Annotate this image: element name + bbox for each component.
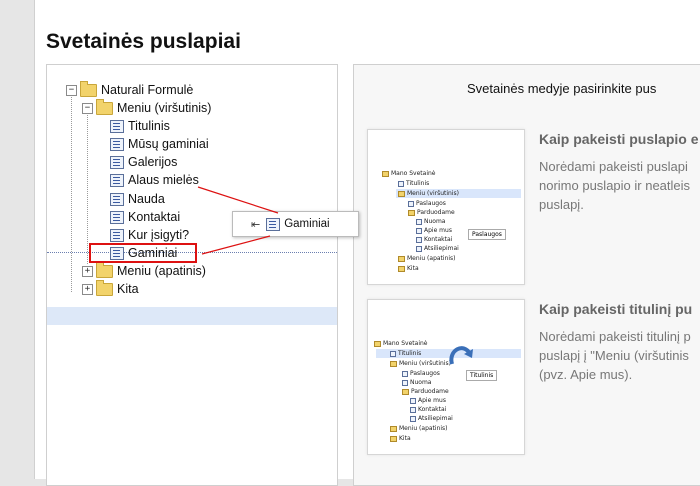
page-title: Svetainės puslapiai: [46, 30, 241, 53]
mini-tree-item: Parduodame: [408, 209, 455, 216]
tree-node-bottom-menu[interactable]: + Meniu (apatinis): [82, 261, 206, 280]
expand-toggle-icon[interactable]: +: [82, 283, 93, 295]
mini-drag-ghost: Paslaugos: [468, 229, 506, 240]
tip-body: Norėdami pakeisti puslapi norimo puslapi…: [539, 159, 691, 212]
mini-drag-ghost: Titulinis: [466, 370, 498, 381]
mini-tree-item: Apie mus: [410, 397, 446, 404]
tree-node-top-menu[interactable]: − Meniu (viršutinis): [82, 98, 212, 117]
tree-guide-line: [71, 92, 72, 292]
folder-open-icon: [96, 98, 113, 115]
tree-node-label: Naturali Formulė: [101, 83, 194, 97]
tree-item-nauda[interactable]: Nauda: [110, 190, 165, 208]
mini-tree-item: Nuoma: [402, 379, 431, 386]
tip-illustration: Mano Svetainė Titulinis Meniu (viršutini…: [367, 299, 525, 455]
mini-tree-item: Paslaugos: [402, 370, 440, 377]
mini-tree-item: Kita: [390, 435, 411, 442]
mini-tree-item: Atsiliepimai: [416, 245, 459, 252]
tree-node-label: Mūsų gaminiai: [128, 137, 209, 151]
tree-item-galerijos[interactable]: Galerijos: [110, 153, 177, 171]
folder-closed-icon: [96, 261, 113, 278]
mini-tree-item: Meniu (viršutinis): [398, 190, 459, 197]
tree-item-alaus-mieles[interactable]: Alaus mielės: [110, 171, 199, 189]
help-intro-text: Svetainės medyje pasirinkite pus: [467, 81, 657, 96]
tree-item-kontaktai[interactable]: Kontaktai: [110, 208, 180, 226]
tree-node-label: Kontaktai: [128, 210, 181, 224]
tree-node-root[interactable]: − Naturali Formulė: [66, 80, 194, 99]
collapse-toggle-icon[interactable]: −: [66, 84, 77, 96]
tree-node-label: Kita: [117, 282, 139, 296]
mini-tree-item: Meniu (apatinis): [390, 425, 448, 432]
mini-tree-item: Paslaugos: [408, 200, 446, 207]
page-icon: [110, 119, 124, 133]
mini-tree-item: Nuoma: [416, 218, 445, 225]
tree-node-label: Kur įsigyti?: [128, 228, 190, 242]
selected-row-highlight: [47, 307, 337, 325]
page-icon: [110, 228, 124, 242]
tree-node-label: Nauda: [128, 192, 165, 206]
mini-tree-item: Titulinis: [398, 180, 429, 187]
drag-ghost-label: Gaminiai: [284, 218, 330, 230]
curved-arrow-icon: [449, 346, 473, 365]
mini-tree-item: Parduodame: [402, 388, 449, 395]
tip-title: Kaip pakeisti puslapio e: [539, 131, 699, 147]
tree-node-other[interactable]: + Kita: [82, 279, 139, 298]
expand-toggle-icon[interactable]: +: [82, 265, 93, 277]
mini-tree-item: Mano Svetainė: [374, 340, 427, 347]
page-icon: [110, 137, 124, 151]
tree-node-label: Alaus mielės: [128, 173, 199, 187]
mini-tree-item: Meniu (viršutinis): [390, 360, 451, 367]
page-icon: [266, 217, 281, 231]
tree-item-kur-isigyti[interactable]: Kur įsigyti?: [110, 226, 189, 244]
tip-title: Kaip pakeisti titulinį pu: [539, 301, 693, 317]
folder-closed-icon: [96, 279, 113, 296]
drop-insert-icon: ⇤: [251, 218, 261, 231]
mini-tree-item: Atsiliepimai: [410, 415, 453, 422]
tip-body: Norėdami pakeisti titulinį p puslapį į "…: [539, 329, 691, 382]
collapse-toggle-icon[interactable]: −: [82, 102, 93, 114]
drag-ghost: ⇤ Gaminiai: [232, 211, 359, 237]
tree-node-label: Titulinis: [128, 119, 170, 133]
page-icon: [110, 173, 124, 187]
tip-illustration: Mano Svetainė Titulinis Meniu (viršutini…: [367, 129, 525, 285]
page-icon: [110, 192, 124, 206]
site-tree-panel: − Naturali Formulė − Meniu (viršutinis) …: [46, 64, 338, 486]
tree-item-titulinis[interactable]: Titulinis: [110, 117, 170, 135]
folder-open-icon: [80, 80, 97, 97]
mini-tree-item: Apie mus: [416, 227, 452, 234]
tree-item-musu-gaminiai[interactable]: Mūsų gaminiai: [110, 135, 209, 153]
tree-guide-line: [87, 109, 88, 264]
mini-tree-item: Kontaktai: [410, 406, 446, 413]
mini-tree-item: Titulinis: [390, 350, 421, 357]
page-icon: [110, 155, 124, 169]
mini-tree-item: Kontaktai: [416, 236, 452, 243]
page-icon: [110, 210, 124, 224]
tree-node-label: Meniu (apatinis): [117, 264, 206, 278]
tree-node-label: Meniu (viršutinis): [117, 101, 212, 115]
mini-tree-item: Meniu (apatinis): [398, 255, 456, 262]
mini-tree-item: Kita: [398, 265, 419, 272]
mini-tree-item: Mano Svetainė: [382, 170, 435, 177]
tree-node-label: Galerijos: [128, 155, 178, 169]
selected-item-highlight-box: [89, 243, 197, 263]
